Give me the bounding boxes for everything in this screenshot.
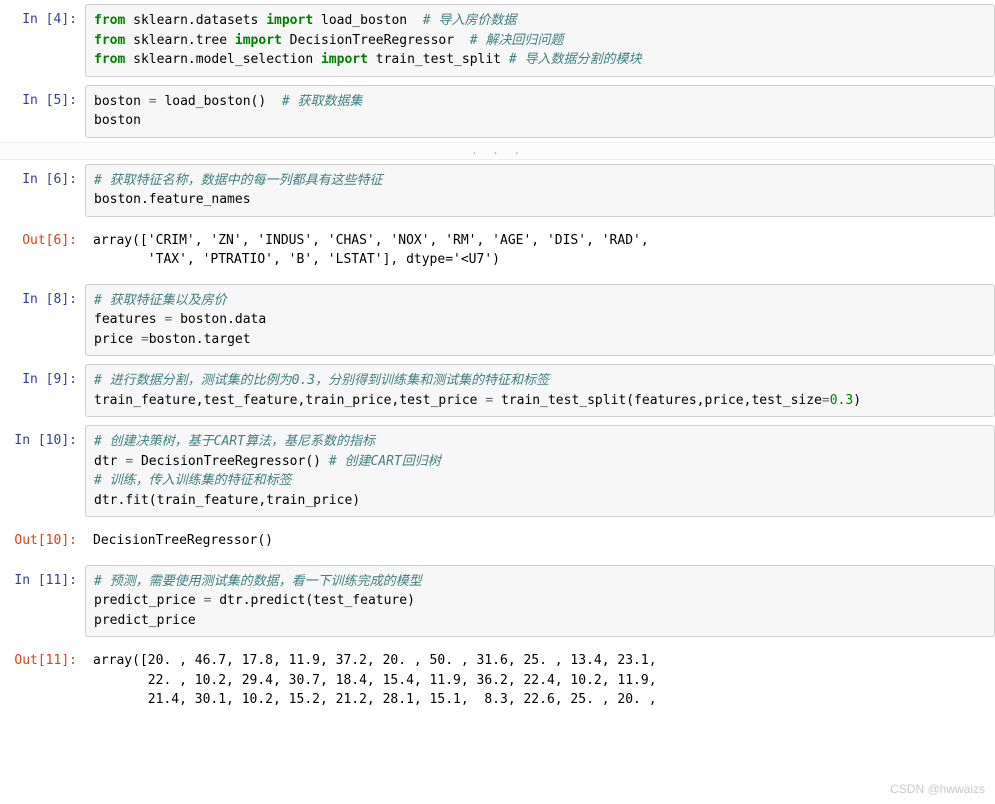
code-input[interactable]: boston = load_boston() # 获取数据集 boston xyxy=(85,85,995,138)
in-prompt: In [10]: xyxy=(0,425,85,517)
out-prompt: Out[6]: xyxy=(0,225,85,276)
code-input[interactable]: # 进行数据分割，测试集的比例为0.3，分别得到训练集和测试集的特征和标签 tr… xyxy=(85,364,995,417)
output-collapsed-separator[interactable]: . . . xyxy=(0,142,995,160)
input-cell-6: In [11]:# 预测，需要使用测试集的数据，看一下训练完成的模型 predi… xyxy=(0,561,995,642)
in-prompt: In [8]: xyxy=(0,284,85,357)
in-prompt: In [4]: xyxy=(0,4,85,77)
input-cell-2: In [6]:# 获取特征名称，数据中的每一列都具有这些特征 boston.fe… xyxy=(0,160,995,221)
code-input[interactable]: # 预测，需要使用测试集的数据，看一下训练完成的模型 predict_price… xyxy=(85,565,995,638)
in-prompt: In [6]: xyxy=(0,164,85,217)
output-cell-2: Out[6]:array(['CRIM', 'ZN', 'INDUS', 'CH… xyxy=(0,221,995,280)
out-prompt: Out[10]: xyxy=(0,525,85,557)
input-cell-0: In [4]:from sklearn.datasets import load… xyxy=(0,0,995,81)
input-cell-4: In [9]:# 进行数据分割，测试集的比例为0.3，分别得到训练集和测试集的特… xyxy=(0,360,995,421)
code-input[interactable]: # 获取特征名称，数据中的每一列都具有这些特征 boston.feature_n… xyxy=(85,164,995,217)
notebook-container: In [4]:from sklearn.datasets import load… xyxy=(0,0,995,720)
output-cell-5: Out[10]:DecisionTreeRegressor() xyxy=(0,521,995,561)
out-prompt: Out[11]: xyxy=(0,645,85,716)
in-prompt: In [9]: xyxy=(0,364,85,417)
output-text: array([20. , 46.7, 17.8, 11.9, 37.2, 20.… xyxy=(85,645,995,716)
in-prompt: In [5]: xyxy=(0,85,85,138)
code-input[interactable]: from sklearn.datasets import load_boston… xyxy=(85,4,995,77)
input-cell-5: In [10]:# 创建决策树，基于CART算法，基尼系数的指标 dtr = D… xyxy=(0,421,995,521)
output-text: DecisionTreeRegressor() xyxy=(85,525,995,557)
input-cell-3: In [8]:# 获取特征集以及房价 features = boston.dat… xyxy=(0,280,995,361)
input-cell-1: In [5]:boston = load_boston() # 获取数据集 bo… xyxy=(0,81,995,142)
output-cell-6: Out[11]:array([20. , 46.7, 17.8, 11.9, 3… xyxy=(0,641,995,720)
code-input[interactable]: # 创建决策树，基于CART算法，基尼系数的指标 dtr = DecisionT… xyxy=(85,425,995,517)
code-input[interactable]: # 获取特征集以及房价 features = boston.data price… xyxy=(85,284,995,357)
in-prompt: In [11]: xyxy=(0,565,85,638)
watermark: CSDN @hwwaizs xyxy=(890,780,985,798)
output-text: array(['CRIM', 'ZN', 'INDUS', 'CHAS', 'N… xyxy=(85,225,995,276)
